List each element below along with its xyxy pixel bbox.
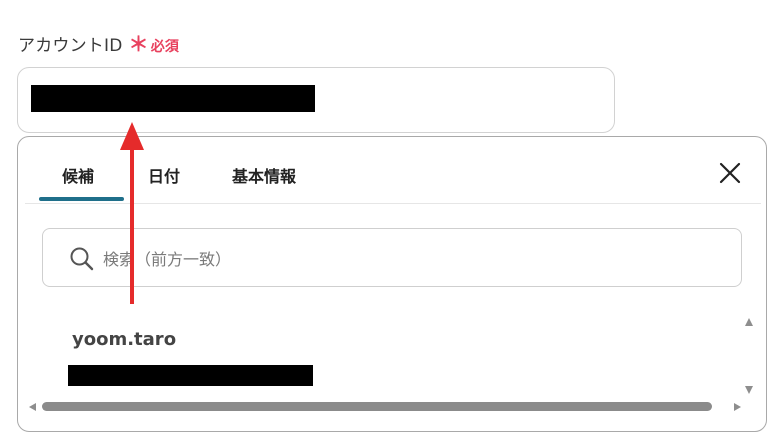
scroll-up-icon[interactable] [745,318,753,326]
search-icon [70,247,94,271]
candidate-title: yoom.taro [72,329,177,350]
field-label: アカウントID ＊必須 [18,28,179,57]
horizontal-scrollbar[interactable] [26,399,746,415]
scroll-right-icon[interactable] [734,403,741,411]
scroll-left-icon[interactable] [29,403,36,411]
required-star: ＊ [128,32,149,56]
account-id-input[interactable] [17,67,615,133]
tabs-divider [25,203,761,204]
scroll-down-icon[interactable] [745,386,753,394]
redacted-value [31,85,315,112]
tab-date[interactable]: 日付 [148,163,180,187]
tab-candidates[interactable]: 候補 [62,163,94,187]
candidate-item[interactable]: yoom.taro [18,317,738,397]
close-icon [719,162,741,184]
field-label-text: アカウントID [18,36,123,56]
tab-basic-info[interactable]: 基本情報 [232,163,296,187]
suggestion-panel: 候補 日付 基本情報 yoom.taro [17,136,767,432]
tab-bar: 候補 日付 基本情報 [18,137,766,203]
close-button[interactable] [716,159,744,187]
vertical-scrollbar[interactable] [742,314,756,394]
required-text: 必須 [150,39,180,55]
redacted-candidate-id [68,365,313,386]
active-tab-indicator [39,197,124,201]
scroll-thumb[interactable] [42,402,712,411]
search-input[interactable] [101,246,705,272]
search-box[interactable] [42,228,742,287]
